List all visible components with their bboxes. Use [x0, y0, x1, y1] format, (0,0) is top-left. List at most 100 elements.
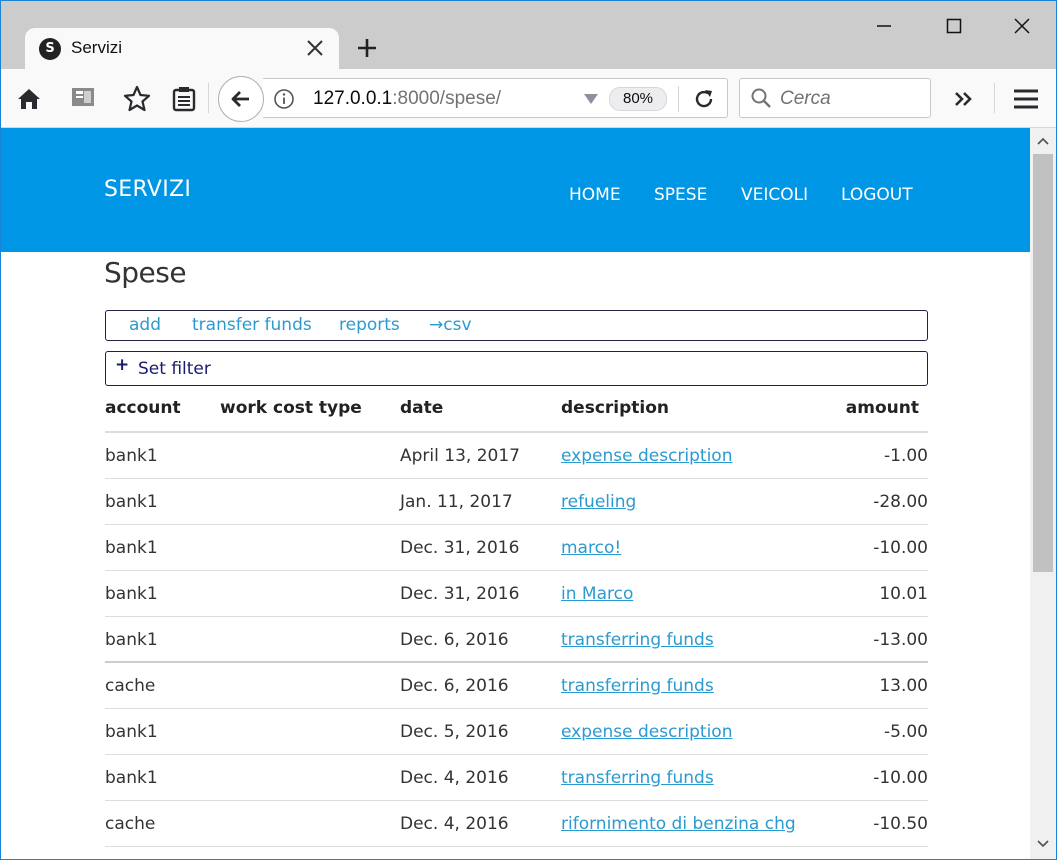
- window-close-icon[interactable]: [1007, 11, 1037, 41]
- table-row: bank1 Dec. 5, 2016 expense description -…: [105, 709, 928, 755]
- maximize-icon[interactable]: [939, 11, 969, 41]
- column-header-description: description: [561, 398, 670, 418]
- back-button[interactable]: [218, 76, 264, 122]
- cell-date: Dec. 5, 2016: [400, 722, 509, 742]
- search-bar[interactable]: Cerca: [739, 78, 931, 118]
- cell-amount: -10.00: [873, 768, 928, 788]
- back-arrow-icon: [231, 91, 249, 107]
- cell-amount: 10.01: [879, 584, 928, 604]
- toolbar-separator: [208, 83, 209, 113]
- cell-description-link[interactable]: transferring funds: [561, 630, 714, 650]
- url-bar[interactable]: 127.0.0.1:8000/spese/ 80%: [263, 78, 728, 118]
- nav-spese[interactable]: SPESE: [654, 185, 707, 205]
- info-icon[interactable]: [273, 88, 295, 110]
- hamburger-menu-icon[interactable]: [1011, 84, 1041, 114]
- filter-label: Set filter: [138, 359, 211, 379]
- tab-close-icon[interactable]: [303, 36, 327, 60]
- cell-description-link[interactable]: expense description: [561, 446, 733, 466]
- minimize-icon[interactable]: [869, 11, 899, 41]
- add-link[interactable]: add: [129, 315, 161, 335]
- column-header-amount: amount: [845, 398, 919, 418]
- cell-date: Jan. 11, 2017: [400, 492, 513, 512]
- cell-amount: -10.00: [873, 538, 928, 558]
- cell-account: bank1: [105, 538, 158, 558]
- reader-view-icon[interactable]: [68, 83, 98, 113]
- cell-amount: -1.00: [884, 446, 928, 466]
- cell-date: Dec. 31, 2016: [400, 584, 520, 604]
- nav-home[interactable]: HOME: [569, 185, 621, 205]
- browser-toolbar: 127.0.0.1:8000/spese/ 80% Cerca: [1, 69, 1056, 128]
- zoom-level-badge[interactable]: 80%: [609, 87, 667, 111]
- cell-date: April 13, 2017: [400, 446, 520, 466]
- tab-title: Servizi: [71, 38, 123, 57]
- url-path: :8000/spese/: [392, 88, 502, 109]
- cell-account: bank1: [105, 630, 158, 650]
- browser-window: S Servizi 127.0.0.1:8000/spese/ 80% Cerc…: [0, 0, 1057, 860]
- vertical-scrollbar[interactable]: [1030, 128, 1056, 859]
- browser-tab[interactable]: S Servizi: [25, 28, 339, 69]
- column-header-work-cost-type: work cost type: [220, 398, 362, 418]
- clipboard-icon[interactable]: [169, 84, 199, 114]
- new-tab-icon[interactable]: [353, 34, 381, 62]
- page-title: Spese: [104, 256, 187, 289]
- cell-account: bank1: [105, 446, 158, 466]
- cell-description-link[interactable]: transferring funds: [561, 768, 714, 788]
- bookmark-star-icon[interactable]: [122, 84, 152, 114]
- export-csv-link[interactable]: →csv: [429, 315, 472, 335]
- table-row: bank1 Dec. 31, 2016 in Marco 10.01: [105, 571, 928, 617]
- cell-date: Dec. 6, 2016: [400, 630, 509, 650]
- title-bar: S Servizi: [1, 1, 1056, 69]
- scrollbar-thumb[interactable]: [1033, 154, 1053, 572]
- cell-account: cache: [105, 676, 156, 696]
- overflow-chevrons-icon[interactable]: [949, 84, 979, 114]
- column-header-date: date: [400, 398, 444, 418]
- cell-description-link[interactable]: marco!: [561, 538, 621, 558]
- cell-date: Dec. 4, 2016: [400, 814, 509, 834]
- cell-account: bank1: [105, 492, 158, 512]
- cell-account: bank1: [105, 584, 158, 604]
- actions-bar: add transfer funds reports →csv: [105, 310, 928, 341]
- search-icon: [751, 88, 771, 108]
- table-row: bank1 Dec. 6, 2016 transferring funds -1…: [105, 617, 928, 663]
- cell-date: Dec. 4, 2016: [400, 768, 509, 788]
- plus-icon: +: [115, 355, 130, 375]
- cell-description-link[interactable]: in Marco: [561, 584, 633, 604]
- table-row: cache Dec. 6, 2016 transferring funds 13…: [105, 663, 928, 709]
- reload-icon[interactable]: [692, 87, 716, 111]
- cell-account: cache: [105, 814, 156, 834]
- toolbar-separator: [994, 83, 995, 113]
- cell-description-link[interactable]: rifornimento di benzina chg: [561, 814, 796, 834]
- nav-logout[interactable]: LOGOUT: [841, 185, 913, 205]
- cell-account: bank1: [105, 722, 158, 742]
- site-brand[interactable]: SERVIZI: [104, 177, 191, 202]
- cell-date: Dec. 31, 2016: [400, 538, 520, 558]
- dropdown-arrow-icon[interactable]: [583, 92, 599, 106]
- nav-veicoli[interactable]: VEICOLI: [741, 185, 808, 205]
- reports-link[interactable]: reports: [339, 315, 400, 335]
- cell-description-link[interactable]: expense description: [561, 722, 733, 742]
- page-viewport: SERVIZI HOME SPESE VEICOLI LOGOUT Spese …: [1, 128, 1030, 859]
- scroll-up-icon[interactable]: [1034, 133, 1052, 151]
- urlbar-separator: [678, 86, 679, 112]
- home-icon[interactable]: [14, 84, 44, 114]
- table-row: bank1 Jan. 11, 2017 refueling -28.00: [105, 479, 928, 525]
- url-text[interactable]: 127.0.0.1:8000/spese/: [313, 88, 501, 110]
- transfer-funds-link[interactable]: transfer funds: [192, 315, 312, 335]
- table-row: bank1 April 13, 2017 expense description…: [105, 433, 928, 479]
- site-header: SERVIZI HOME SPESE VEICOLI LOGOUT: [1, 128, 1030, 252]
- cell-description-link[interactable]: transferring funds: [561, 676, 714, 696]
- column-header-account: account: [105, 398, 181, 418]
- tab-favicon-icon: S: [39, 38, 61, 60]
- table-row: bank1 Dec. 31, 2016 marco! -10.00: [105, 525, 928, 571]
- cell-amount: -10.50: [873, 814, 928, 834]
- set-filter-toggle[interactable]: + Set filter: [105, 351, 928, 386]
- cell-amount: -5.00: [884, 722, 928, 742]
- table-row: cache Dec. 4, 2016 rifornimento di benzi…: [105, 801, 928, 847]
- search-placeholder: Cerca: [780, 88, 831, 109]
- cell-description-link[interactable]: refueling: [561, 492, 636, 512]
- cell-amount: 13.00: [879, 676, 928, 696]
- scroll-down-icon[interactable]: [1034, 834, 1052, 852]
- cell-amount: -13.00: [873, 630, 928, 650]
- cell-account: bank1: [105, 768, 158, 788]
- cell-date: Dec. 6, 2016: [400, 676, 509, 696]
